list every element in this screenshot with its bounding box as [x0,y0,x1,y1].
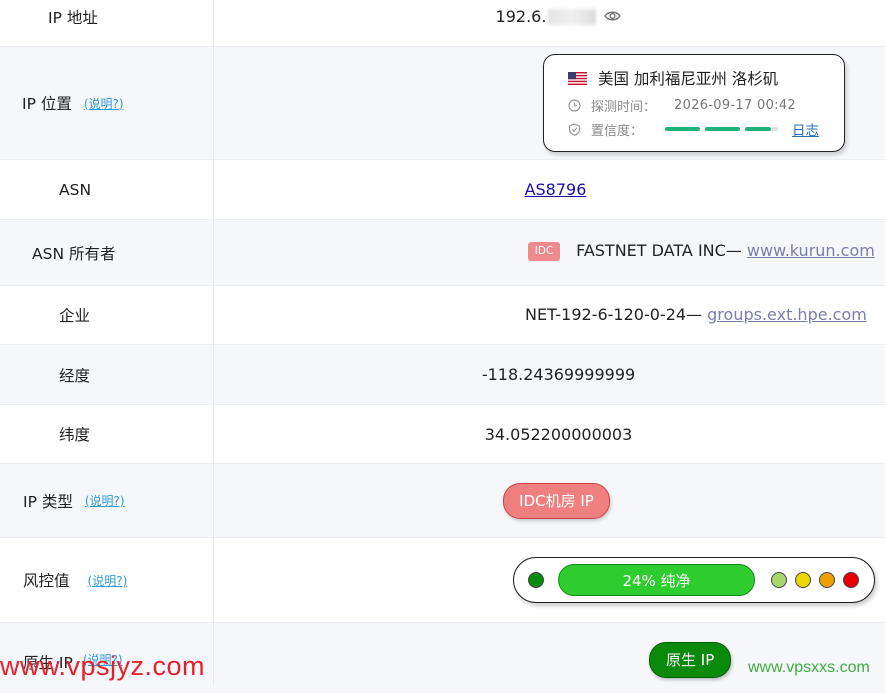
label-cell: 企业 [0,286,213,344]
value-cell: 34.052200000003 [214,405,885,463]
probe-time-line: 探测时间： 2026-09-17 00:42 [568,96,796,115]
row-risk-score: 风控值 (说明?) 24% 纯净 [0,538,885,623]
label-cell: ASN 所有者 [0,220,213,285]
risk-score-bar: 24% 纯净 [558,564,755,596]
probe-time-label: 探测时间： [591,100,657,115]
label-cell: IP 位置 (说明?) [0,47,213,159]
row-ip-type: IP 类型 (说明?) IDC机房 IP [0,464,885,538]
label-cell: 纬度 [0,405,213,463]
row-longitude: 经度 -118.24369999999 [0,345,885,405]
eye-icon[interactable] [604,7,622,26]
location-place-line: 美国 加利福尼亚州 洛杉矶 [568,67,778,89]
row-asn-owner: ASN 所有者 IDC FASTNET DATA INC— www.kurun.… [0,220,885,286]
confidence-remainder [771,127,779,131]
row-asn: ASN AS8796 [0,160,885,220]
risk-dot-yellow [795,572,811,588]
label-cell: ASN [0,160,213,219]
asn-owner-label: ASN 所有者 [32,244,116,263]
asn-owner-name: FASTNET DATA INC— [576,241,742,260]
us-flag-icon [568,72,587,85]
label-cell: IP 地址 [0,0,213,46]
asn-owner-value: IDC FASTNET DATA INC— www.kurun.com [528,241,875,261]
label-cell: 经度 [0,345,213,404]
risk-label: 风控值 [23,572,70,590]
value-cell: NET-192-6-120-0-24— groups.ext.hpe.com [214,286,885,344]
probe-time-value: 2026-09-17 00:42 [674,98,796,113]
ip-type-pill: IDC机房 IP [503,482,610,519]
row-ip-address: IP 地址 192.6. [0,0,885,47]
latitude-label: 纬度 [59,426,91,444]
value-cell: -118.24369999999 [214,345,885,404]
ip-location-label: IP 位置 [22,95,72,113]
asn-label: ASN [59,180,92,199]
ip-masked-part [548,8,597,25]
value-cell: 24% 纯净 [214,538,885,622]
confidence-line: 置信度： 日志 [568,119,819,139]
shield-check-icon [568,122,581,136]
company-value: NET-192-6-120-0-24— groups.ext.hpe.com [525,305,867,324]
row-ip-location: IP 位置 (说明?) 美国 加利福尼亚州 洛杉矶 探测时间： 2026-09-… [0,47,885,160]
log-link[interactable]: 日志 [792,119,819,139]
risk-dot-orange [819,572,835,588]
risk-help-link[interactable]: (说明?) [88,572,128,589]
ip-location-help-link[interactable]: (说明?) [84,95,124,112]
value-cell: IDC FASTNET DATA INC— www.kurun.com [214,220,885,285]
company-link[interactable]: groups.ext.hpe.com [707,305,867,324]
value-cell: 美国 加利福尼亚州 洛杉矶 探测时间： 2026-09-17 00:42 置信度… [214,47,885,159]
risk-dot-green [528,572,544,588]
value-cell: 192.6. [214,0,885,46]
row-company: 企业 NET-192-6-120-0-24— groups.ext.hpe.co… [0,286,885,345]
confidence-segment [745,127,772,131]
location-place: 美国 加利福尼亚州 洛杉矶 [597,70,779,88]
risk-dot-lightgreen [771,572,787,588]
ip-type-help-link[interactable]: (说明?) [85,492,125,509]
latitude-value: 34.052200000003 [484,424,633,444]
column-divider [213,0,214,686]
ip-address-label: IP 地址 [48,8,98,27]
ip-address-value: 192.6. [495,7,547,26]
row-latitude: 纬度 34.052200000003 [0,405,885,464]
location-card: 美国 加利福尼亚州 洛杉矶 探测时间： 2026-09-17 00:42 置信度… [543,54,845,152]
asn-owner-link[interactable]: www.kurun.com [747,241,875,260]
watermark-left: www.vpsjyz.com [0,651,206,681]
confidence-segment [665,127,701,131]
label-cell: 风控值 (说明?) [0,538,213,622]
confidence-segment [705,127,741,131]
label-cell: IP 类型 (说明?) [0,464,213,537]
longitude-label: 经度 [59,366,91,385]
ip-type-label: IP 类型 [23,492,73,511]
watermark-right: www.vpsxxs.com [748,659,870,676]
confidence-label: 置信度： [591,123,644,139]
value-cell: 原生 IP [214,623,885,693]
risk-meter: 24% 纯净 [513,557,875,603]
risk-dot-red [843,572,859,588]
native-ip-pill: 原生 IP [649,642,732,678]
value-cell: AS8796 [214,160,885,219]
value-cell: IDC机房 IP [214,464,885,537]
company-name: NET-192-6-120-0-24— [525,305,703,324]
company-label: 企业 [59,307,91,325]
confidence-bar [665,127,779,131]
asn-link[interactable]: AS8796 [525,180,587,199]
longitude-value: -118.24369999999 [481,365,636,384]
idc-badge: IDC [528,242,560,261]
clock-icon [568,99,581,112]
